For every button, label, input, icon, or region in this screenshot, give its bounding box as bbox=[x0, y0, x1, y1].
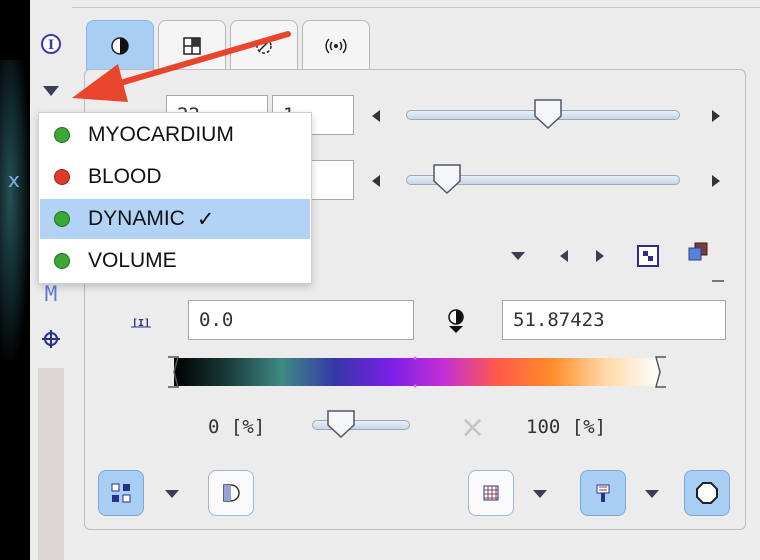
close-icon[interactable]: × bbox=[460, 410, 485, 445]
grid-icon bbox=[183, 36, 201, 55]
wave-icon bbox=[325, 37, 347, 54]
preset-next-icon[interactable] bbox=[592, 246, 608, 266]
dropdown-item-blood[interactable]: BLOOD bbox=[40, 157, 310, 197]
row2-left-arrow-icon[interactable] bbox=[368, 171, 384, 191]
row2-right-arrow-icon[interactable] bbox=[708, 171, 724, 191]
range-max-field[interactable]: 51.87423 bbox=[502, 300, 726, 340]
dropdown-item-myocardium[interactable]: MYOCARDIUM bbox=[40, 115, 310, 155]
shape-button[interactable] bbox=[684, 470, 730, 516]
tab-blend[interactable] bbox=[230, 20, 298, 70]
blend-icon bbox=[256, 37, 272, 54]
dropdown-item-label: DYNAMIC bbox=[88, 207, 185, 230]
minimize-line[interactable] bbox=[712, 280, 724, 282]
dropdown-triangle-icon[interactable] bbox=[38, 78, 64, 104]
range-min-field[interactable]: 0.0 bbox=[188, 300, 414, 340]
region-dropdown-menu: MYOCARDIUM BLOOD DYNAMIC ✓ VOLUME bbox=[38, 112, 312, 284]
range-min-icon: [I] bbox=[128, 312, 154, 332]
crosshair-icon[interactable] bbox=[38, 326, 64, 352]
checkmark-icon: ✓ bbox=[196, 207, 215, 231]
status-dot-icon bbox=[54, 211, 70, 227]
m-icon[interactable]: M bbox=[38, 281, 64, 307]
hatch-dropdown-icon[interactable] bbox=[532, 484, 548, 504]
tool-button[interactable] bbox=[580, 470, 626, 516]
svg-text:I: I bbox=[48, 38, 54, 53]
hatch-icon bbox=[483, 485, 499, 501]
tool-icon bbox=[596, 484, 610, 502]
layout-dropdown-icon[interactable] bbox=[164, 484, 180, 504]
dropdown-item-label: MYOCARDIUM bbox=[88, 123, 234, 146]
m-icon-label: M bbox=[44, 282, 58, 306]
preset-prev-icon[interactable] bbox=[556, 246, 572, 266]
range-max-icon bbox=[444, 308, 468, 334]
row2-slider-thumb[interactable] bbox=[432, 163, 462, 200]
overlay-x-mark: x bbox=[8, 168, 20, 192]
layers-icon[interactable] bbox=[686, 240, 710, 264]
tab-grid[interactable] bbox=[158, 20, 226, 70]
tool-dropdown-icon[interactable] bbox=[644, 484, 660, 504]
dropdown-item-label: BLOOD bbox=[88, 165, 162, 188]
dropdown-item-volume[interactable]: VOLUME bbox=[40, 241, 310, 281]
top-separator bbox=[72, 7, 760, 8]
dropdown-item-dynamic[interactable]: DYNAMIC ✓ bbox=[40, 199, 310, 239]
half-fill-icon bbox=[223, 484, 240, 502]
percent-slider-thumb[interactable] bbox=[326, 409, 356, 446]
tab-contrast[interactable] bbox=[86, 20, 154, 70]
checker-icon[interactable] bbox=[636, 244, 660, 268]
row1-right-arrow-icon[interactable] bbox=[708, 106, 724, 126]
status-dot-icon bbox=[54, 127, 70, 143]
info-icon[interactable]: I bbox=[38, 31, 64, 57]
tab-wave[interactable] bbox=[302, 20, 370, 70]
preset-dropdown-icon[interactable] bbox=[510, 246, 526, 266]
contrast-icon bbox=[111, 36, 129, 55]
status-dot-icon bbox=[54, 169, 70, 185]
half-button[interactable] bbox=[208, 470, 254, 516]
row1-left-arrow-icon[interactable] bbox=[368, 106, 384, 126]
image-viewport-edge: x bbox=[0, 0, 30, 560]
layout-icon bbox=[111, 483, 131, 503]
dropdown-item-label: VOLUME bbox=[88, 249, 177, 272]
colorbar[interactable] bbox=[168, 355, 666, 389]
layout-button[interactable] bbox=[98, 470, 144, 516]
hatch-button[interactable] bbox=[468, 470, 514, 516]
percent-high-label: 100 [%] bbox=[526, 416, 607, 438]
status-dot-icon bbox=[54, 253, 70, 269]
tool-column-lower-area bbox=[38, 368, 64, 560]
row1-slider-thumb[interactable] bbox=[533, 98, 563, 135]
percent-low-label: 0 [%] bbox=[208, 416, 266, 438]
octagon-icon bbox=[696, 482, 718, 504]
image-glow bbox=[0, 60, 30, 360]
